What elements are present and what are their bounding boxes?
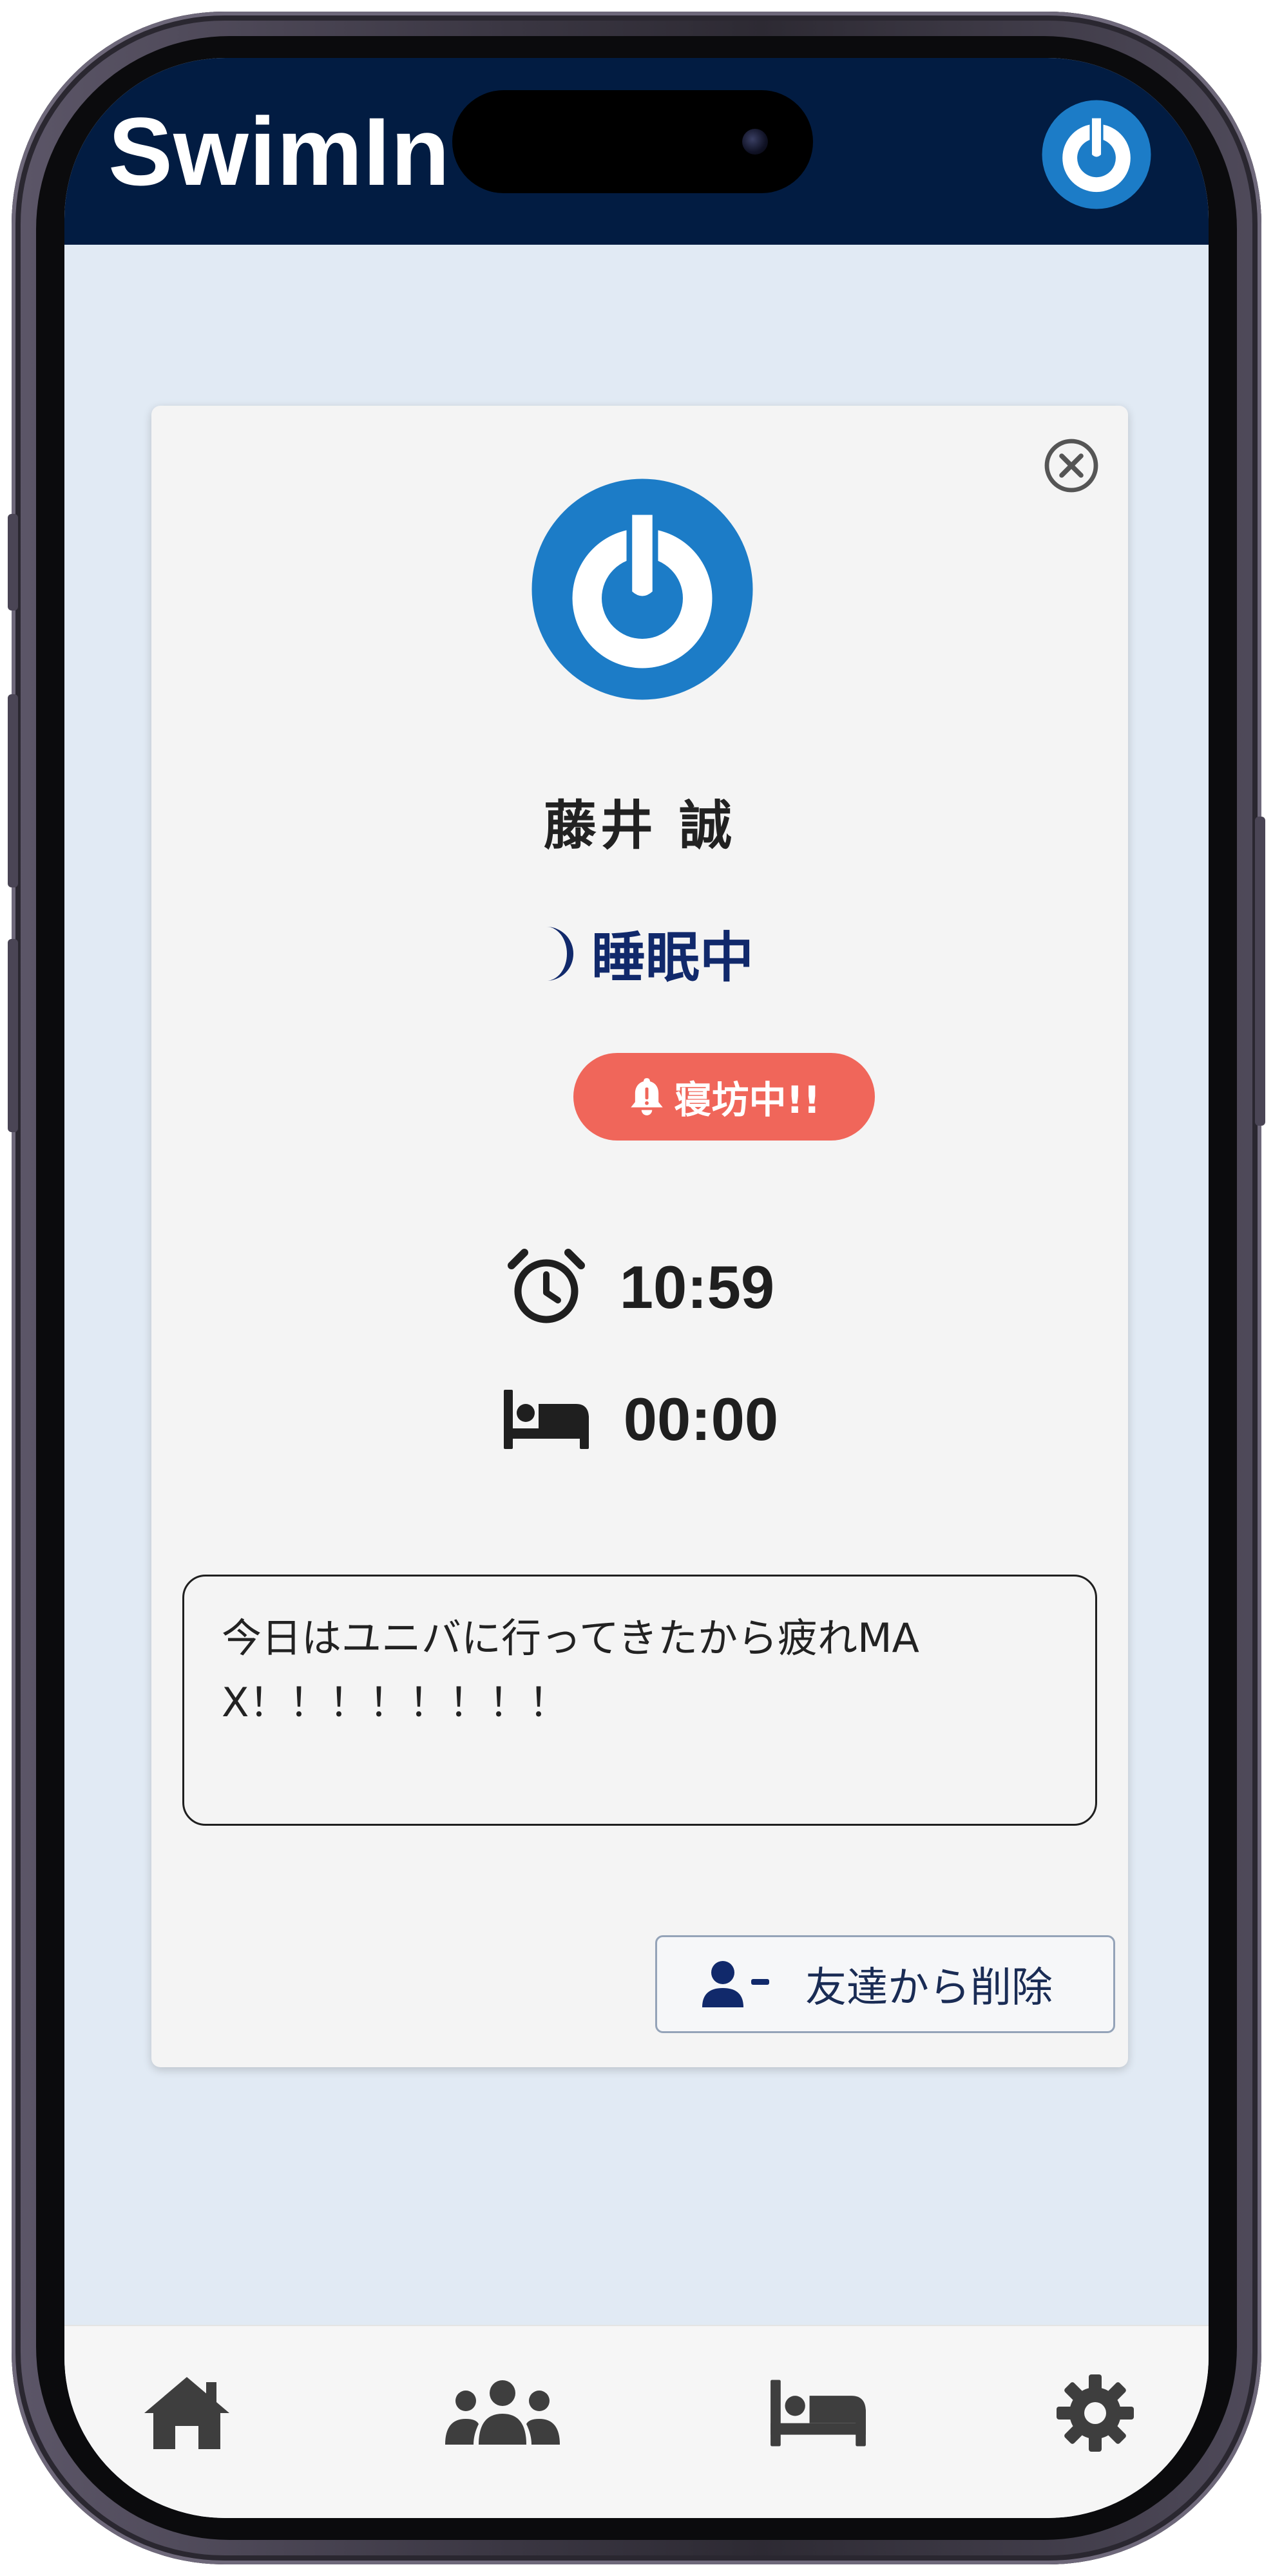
bed-icon (503, 1390, 589, 1449)
alarm-time-row: 10:59 (151, 1246, 1128, 1329)
nav-friends[interactable] (425, 2365, 580, 2461)
friends-icon (445, 2380, 560, 2445)
moon-icon (546, 926, 573, 981)
close-circle-icon (1044, 439, 1098, 493)
nav-sleep[interactable] (741, 2365, 895, 2461)
silent-switch (8, 514, 18, 611)
bottom-navigation (64, 2325, 1209, 2518)
sleep-status: 睡眠中 (151, 914, 1128, 992)
user-minus-icon (702, 1961, 769, 2007)
profile-avatar (530, 477, 755, 702)
power-logo-icon (1042, 100, 1151, 209)
alarm-clock-icon (507, 1249, 585, 1323)
header-avatar-button[interactable] (1040, 98, 1153, 211)
sleep-time-row: 00:00 (151, 1385, 1128, 1454)
gear-icon (1057, 2374, 1134, 2452)
nav-home[interactable] (122, 2365, 251, 2461)
volume-up-button (8, 694, 18, 887)
dynamic-island (452, 90, 813, 193)
close-button[interactable] (1040, 435, 1102, 497)
sleep-time: 00:00 (623, 1385, 779, 1453)
badge-text: 寝坊中!! (674, 1078, 821, 1122)
profile-name: 藤井 誠 (543, 795, 736, 857)
home-icon (144, 2377, 229, 2449)
bed-icon (770, 2380, 866, 2447)
front-camera (742, 129, 768, 155)
volume-down-button (8, 939, 18, 1132)
app-header: SwimIn (64, 58, 1209, 245)
friend-profile-card: 藤井 誠 睡眠中 寝坊中!! 10:59 00:00 今日はユニバに行ってきたか… (151, 406, 1128, 2067)
remove-friend-label: 友達から削除 (805, 1964, 1053, 2012)
remove-friend-button[interactable]: 友達から削除 (655, 1935, 1115, 2033)
alarm-time: 10:59 (619, 1253, 775, 1321)
nav-settings[interactable] (1031, 2365, 1160, 2461)
oversleep-badge: 寝坊中!! (573, 1053, 875, 1141)
app-title: SwimIn (108, 97, 451, 205)
status-message: 今日はユニバに行ってきたから疲れMAX！！！！！！！！ (182, 1575, 1097, 1826)
app-screen: SwimIn 藤井 誠 睡眠中 寝坊中!! 10:59 00:00 今日はユニバ… (64, 58, 1209, 2518)
power-logo-icon (531, 478, 753, 700)
bell-icon (630, 1078, 663, 1115)
power-button (1255, 817, 1265, 1126)
status-text: 睡眠中 (591, 926, 754, 989)
